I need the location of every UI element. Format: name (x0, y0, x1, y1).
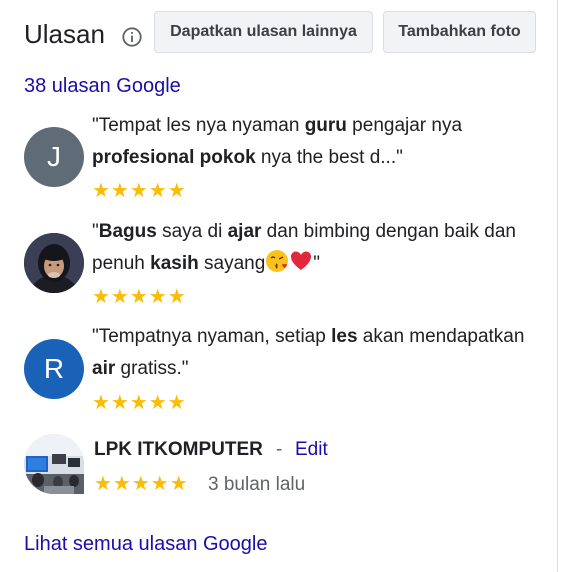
review-text[interactable]: "Tempat les nya nyaman guru pengajar nya… (92, 110, 542, 174)
info-icon[interactable] (121, 26, 143, 48)
red-heart-emoji (291, 251, 312, 270)
review-count-link[interactable]: 38 ulasan Google (24, 74, 181, 98)
avatar-letter: J (47, 141, 61, 172)
owner-separator: - (276, 439, 283, 460)
review-text[interactable]: "Bagus saya di ajar dan bimbing dengan b… (92, 216, 542, 280)
owner-avatar[interactable] (24, 434, 84, 494)
classroom-photo (24, 434, 84, 494)
panel-divider (557, 0, 558, 572)
add-photo-button[interactable]: Tambahkan foto (383, 11, 536, 53)
owner-name[interactable]: LPK ITKOMPUTER (94, 438, 263, 462)
star-rating: ★★★★★ (92, 392, 187, 414)
kiss-emoji (266, 250, 289, 272)
get-more-reviews-button[interactable]: Dapatkan ulasan lainnya (154, 11, 373, 53)
star-rating: ★★★★★ (92, 286, 187, 308)
edit-link[interactable]: Edit (295, 438, 328, 462)
avatar-letter: R (43, 353, 65, 384)
owner-star-rating: ★★★★★ (94, 473, 189, 495)
see-all-reviews-link[interactable]: Lihat semua ulasan Google (24, 532, 268, 556)
avatar[interactable]: R (24, 339, 84, 399)
reviews-title: Ulasan (24, 19, 105, 49)
profile-photo (24, 233, 84, 293)
review-text[interactable]: "Tempatnya nyaman, setiap les akan menda… (92, 321, 542, 385)
review-time: 3 bulan lalu (208, 474, 306, 495)
star-rating: ★★★★★ (92, 180, 187, 202)
avatar[interactable] (24, 233, 84, 293)
avatar[interactable]: J (24, 127, 84, 187)
